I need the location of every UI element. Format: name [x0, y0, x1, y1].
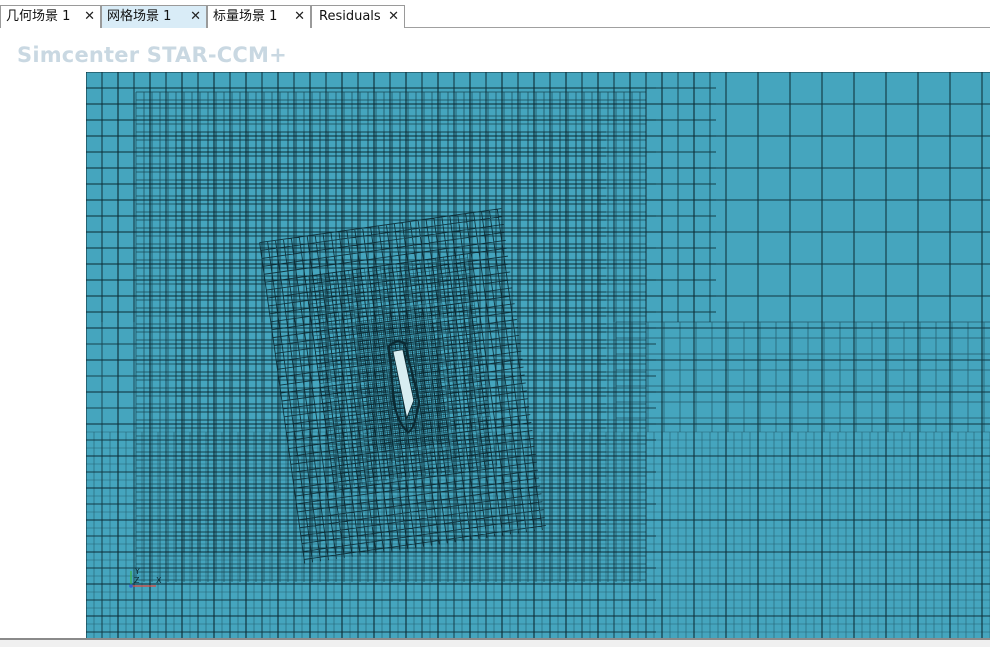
brand-watermark: Simcenter STAR-CCM+ [17, 43, 287, 67]
mesh-scene-display[interactable] [86, 72, 990, 638]
close-icon[interactable]: ✕ [190, 6, 201, 28]
axis-label-x: X [156, 576, 162, 585]
close-icon[interactable]: ✕ [294, 6, 305, 28]
tab-label: 几何场景 1 [6, 9, 71, 24]
tab-label: Residuals [319, 9, 381, 24]
close-icon[interactable]: ✕ [84, 6, 95, 28]
axis-label-z: Z [134, 576, 140, 585]
viewport-bottom-border [0, 638, 990, 647]
scene-tab-bar: 几何场景 1 ✕ 网格场景 1 ✕ 标量场景 1 ✕ Residuals ✕ [0, 0, 990, 28]
tab-label: 网格场景 1 [107, 9, 172, 24]
axis-label-y: Y [134, 567, 140, 576]
axis-triad-icon: Y Z X [129, 567, 162, 588]
close-icon[interactable]: ✕ [388, 6, 399, 28]
tab-label: 标量场景 1 [213, 9, 278, 24]
tab-geometry-scene[interactable]: 几何场景 1 ✕ [0, 5, 101, 28]
tab-scalar-scene[interactable]: 标量场景 1 ✕ [207, 5, 311, 28]
tab-residuals[interactable]: Residuals ✕ [311, 5, 405, 28]
scene-viewport[interactable]: Simcenter STAR-CCM+ Y Z X [0, 29, 990, 641]
tab-mesh-scene[interactable]: 网格场景 1 ✕ [101, 5, 207, 28]
